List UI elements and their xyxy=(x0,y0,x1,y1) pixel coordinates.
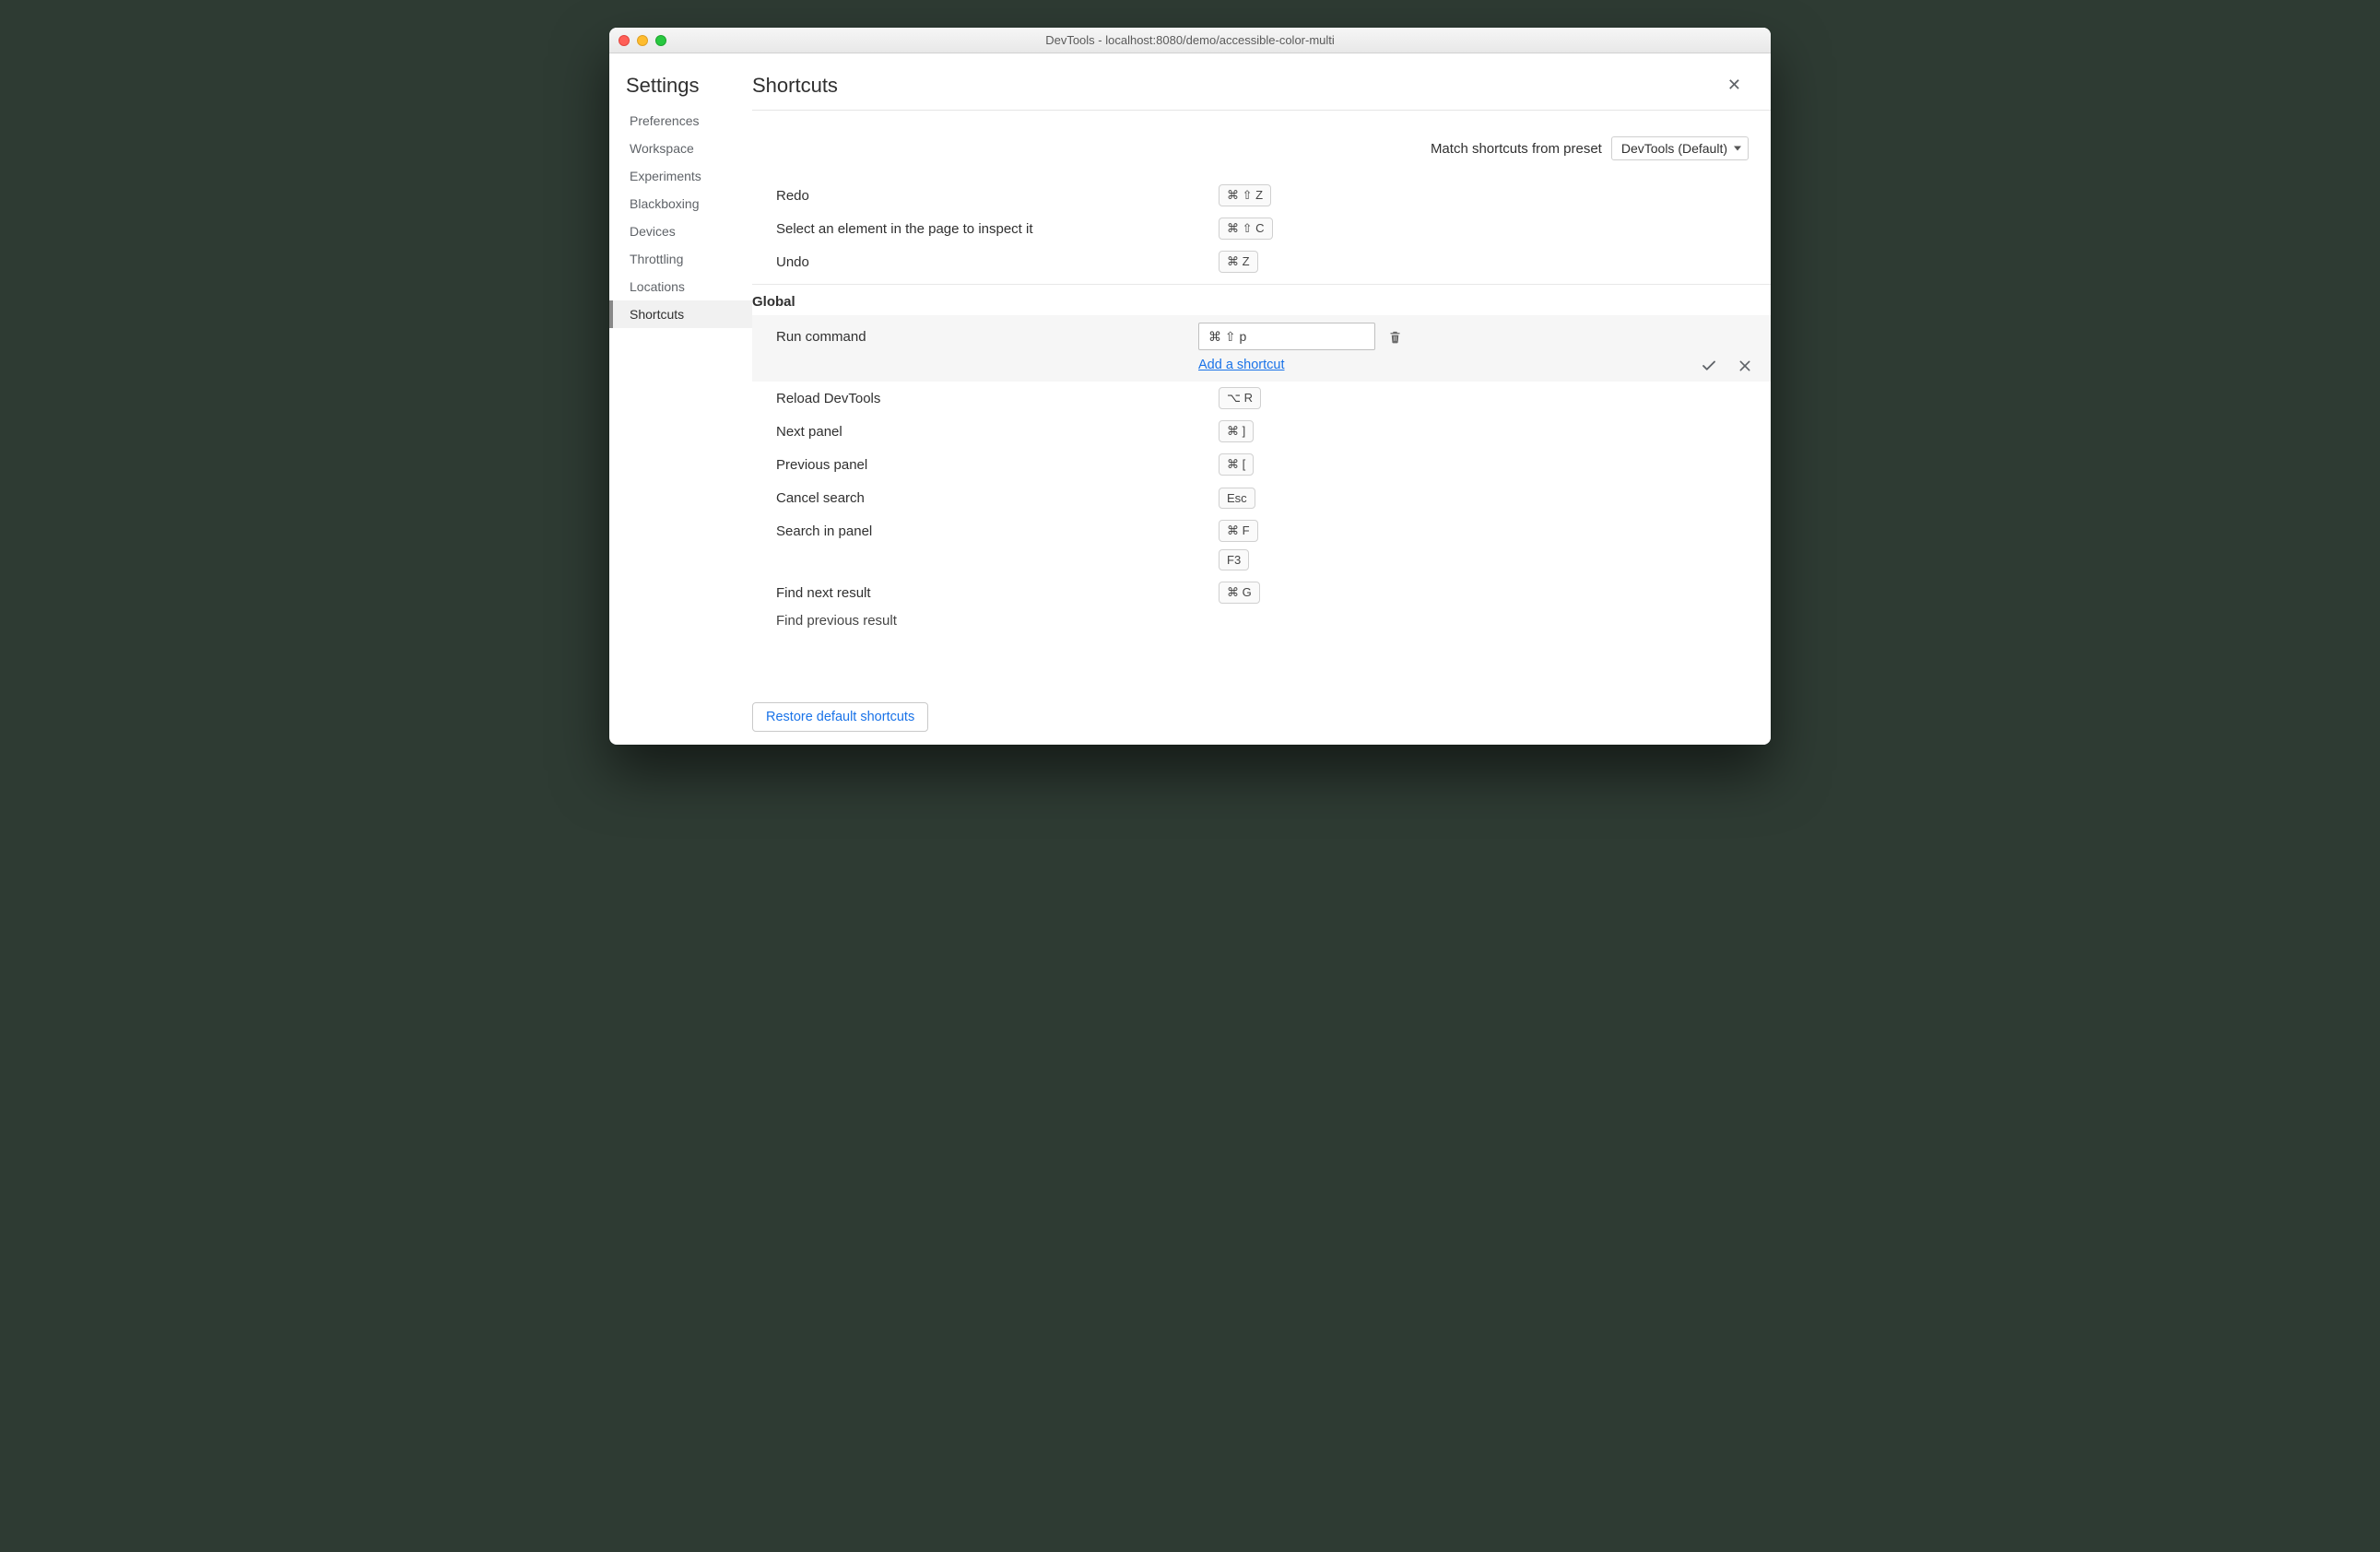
zoom-window-button[interactable] xyxy=(655,35,666,46)
sidebar-item-locations[interactable]: Locations xyxy=(609,273,752,300)
sidebar-item-throttling[interactable]: Throttling xyxy=(609,245,752,273)
shortcut-key: ⌥ R xyxy=(1219,387,1261,409)
preset-label: Match shortcuts from preset xyxy=(1431,141,1602,157)
sidebar-item-label: Throttling xyxy=(630,252,683,266)
window-title: DevTools - localhost:8080/demo/accessibl… xyxy=(609,33,1771,47)
traffic-lights xyxy=(619,35,666,46)
shortcut-label: Find next result xyxy=(776,585,1219,601)
shortcuts-footer: Restore default shortcuts xyxy=(752,691,1771,745)
sidebar-item-blackboxing[interactable]: Blackboxing xyxy=(609,190,752,218)
shortcut-key: ⌘ [ xyxy=(1219,453,1254,476)
edit-actions xyxy=(1701,358,1752,374)
shortcut-key: F3 xyxy=(1219,549,1249,570)
shortcut-row-search-in-panel[interactable]: Search in panel ⌘ F F3 xyxy=(752,514,1771,576)
shortcut-row-inspect-element[interactable]: Select an element in the page to inspect… xyxy=(752,212,1771,245)
minimize-window-button[interactable] xyxy=(637,35,648,46)
sidebar-item-experiments[interactable]: Experiments xyxy=(609,162,752,190)
sidebar-item-label: Preferences xyxy=(630,113,699,128)
settings-main: Shortcuts ✕ Match shortcuts from preset … xyxy=(752,53,1771,745)
shortcut-row-undo[interactable]: Undo ⌘ Z xyxy=(752,245,1771,278)
shortcut-row-find-previous-partial[interactable]: Find previous result xyxy=(752,609,1771,629)
page-title: Shortcuts xyxy=(752,74,838,98)
devtools-window: DevTools - localhost:8080/demo/accessibl… xyxy=(609,28,1771,745)
add-shortcut-row: Add a shortcut xyxy=(1198,358,1749,372)
sidebar-item-label: Locations xyxy=(630,279,685,294)
sidebar-item-devices[interactable]: Devices xyxy=(609,218,752,245)
shortcut-key: ⌘ ⇧ C xyxy=(1219,218,1273,240)
close-settings-button[interactable]: ✕ xyxy=(1720,72,1749,99)
shortcut-row-previous-panel[interactable]: Previous panel ⌘ [ xyxy=(752,448,1771,481)
cancel-edit-button[interactable] xyxy=(1738,359,1752,373)
close-icon xyxy=(1738,359,1752,373)
shortcut-label: Search in panel xyxy=(776,520,1219,539)
preset-select[interactable]: DevTools (Default) xyxy=(1611,136,1749,160)
shortcuts-list: Redo ⌘ ⇧ Z Select an element in the page… xyxy=(752,179,1771,629)
confirm-edit-button[interactable] xyxy=(1701,358,1717,374)
preset-row: Match shortcuts from preset DevTools (De… xyxy=(752,111,1771,179)
shortcut-label: Run command xyxy=(776,329,1198,345)
shortcut-row-next-panel[interactable]: Next panel ⌘ ] xyxy=(752,415,1771,448)
sidebar-heading: Settings xyxy=(609,74,752,107)
sidebar-item-shortcuts[interactable]: Shortcuts xyxy=(609,300,752,328)
shortcut-row-find-next[interactable]: Find next result ⌘ G xyxy=(752,576,1771,609)
shortcut-label: Select an element in the page to inspect… xyxy=(776,221,1219,237)
main-header: Shortcuts ✕ xyxy=(752,53,1771,111)
sidebar-item-label: Devices xyxy=(630,224,676,239)
shortcut-row-reload-devtools[interactable]: Reload DevTools ⌥ R xyxy=(752,382,1771,415)
shortcut-row-redo[interactable]: Redo ⌘ ⇧ Z xyxy=(752,179,1771,212)
shortcut-label: Find previous result xyxy=(776,613,897,629)
shortcut-label: Reload DevTools xyxy=(776,391,1219,406)
window-titlebar: DevTools - localhost:8080/demo/accessibl… xyxy=(609,28,1771,53)
shortcut-row-run-command-editing: Run command ⌘ ⇧ p Add a shortcut xyxy=(752,315,1771,382)
shortcuts-scroll-area[interactable]: Redo ⌘ ⇧ Z Select an element in the page… xyxy=(752,179,1771,745)
sidebar-item-label: Workspace xyxy=(630,141,694,156)
shortcut-label: Cancel search xyxy=(776,490,1219,506)
shortcut-key: Esc xyxy=(1219,488,1255,509)
shortcut-label: Previous panel xyxy=(776,457,1219,473)
sidebar-item-preferences[interactable]: Preferences xyxy=(609,107,752,135)
sidebar-item-workspace[interactable]: Workspace xyxy=(609,135,752,162)
shortcut-input[interactable]: ⌘ ⇧ p xyxy=(1198,323,1375,350)
sidebar-item-label: Experiments xyxy=(630,169,701,183)
shortcut-label: Next panel xyxy=(776,424,1219,440)
sidebar-item-label: Shortcuts xyxy=(630,307,684,322)
shortcut-key: ⌘ ] xyxy=(1219,420,1254,442)
restore-default-shortcuts-button[interactable]: Restore default shortcuts xyxy=(752,702,928,732)
preset-select-value: DevTools (Default) xyxy=(1621,141,1727,156)
sidebar-item-label: Blackboxing xyxy=(630,196,700,211)
shortcut-label: Redo xyxy=(776,188,1219,204)
shortcut-input-value: ⌘ ⇧ p xyxy=(1208,329,1246,345)
close-window-button[interactable] xyxy=(619,35,630,46)
add-shortcut-link[interactable]: Add a shortcut xyxy=(1198,358,1285,372)
settings-panel: Settings Preferences Workspace Experimen… xyxy=(609,53,1771,745)
settings-sidebar: Settings Preferences Workspace Experimen… xyxy=(609,53,752,745)
shortcut-key: ⌘ F xyxy=(1219,520,1258,542)
shortcut-key: ⌘ Z xyxy=(1219,251,1258,273)
shortcut-key: ⌘ ⇧ Z xyxy=(1219,184,1271,206)
shortcut-label: Undo xyxy=(776,254,1219,270)
trash-icon xyxy=(1388,329,1402,345)
section-header-global: Global xyxy=(752,284,1771,315)
shortcut-key: ⌘ G xyxy=(1219,582,1260,604)
delete-shortcut-button[interactable] xyxy=(1388,329,1402,345)
shortcut-row-cancel-search[interactable]: Cancel search Esc xyxy=(752,481,1771,514)
check-icon xyxy=(1701,358,1717,374)
